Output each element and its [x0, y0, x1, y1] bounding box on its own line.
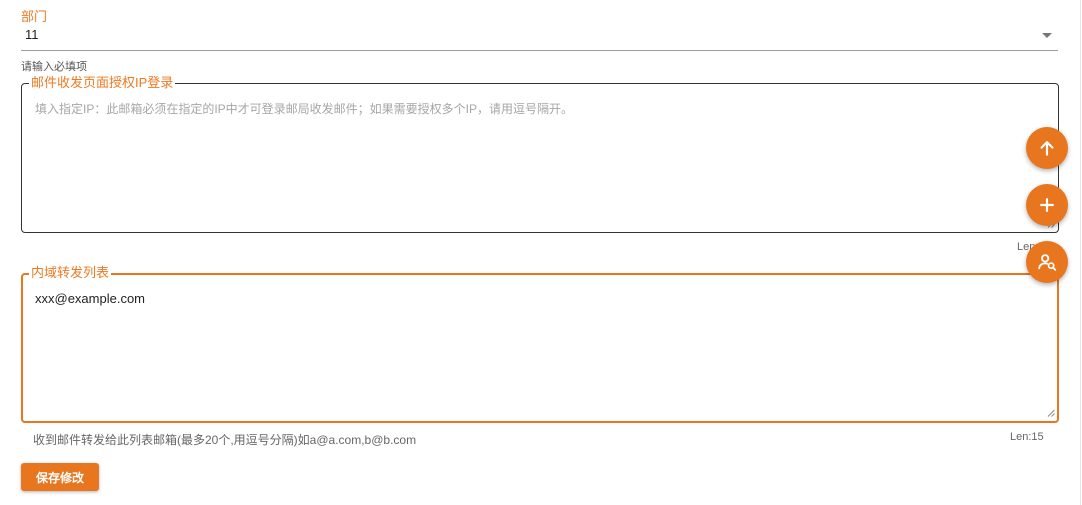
forward-list-textarea[interactable]: xxx@example.com	[33, 289, 1037, 413]
add-button[interactable]	[1026, 184, 1068, 226]
ip-login-label: 邮件收发页面授权IP登录	[29, 75, 176, 90]
forward-list-length-counter: Len:15	[1010, 431, 1044, 443]
scroll-top-button[interactable]	[1026, 127, 1068, 169]
arrow-up-icon	[1040, 141, 1054, 156]
save-button[interactable]: 保存修改	[21, 463, 99, 491]
user-search-icon	[1038, 254, 1057, 271]
chevron-down-icon[interactable]	[1042, 33, 1052, 38]
department-label: 部门	[21, 9, 48, 24]
resize-handle-icon[interactable]	[1047, 409, 1055, 417]
user-search-button[interactable]	[1026, 241, 1068, 283]
department-helper-text: 请输入必填项	[21, 61, 87, 73]
department-select[interactable]: 11	[25, 27, 39, 42]
forward-list-label: 内域转发列表	[29, 265, 112, 280]
department-underline	[21, 50, 1058, 51]
forward-list-helper-text: 收到邮件转发给此列表邮箱(最多20个,用逗号分隔)如a@a.com,b@b.co…	[33, 433, 417, 447]
ip-login-textarea[interactable]	[33, 98, 1037, 222]
plus-icon	[1040, 198, 1054, 212]
